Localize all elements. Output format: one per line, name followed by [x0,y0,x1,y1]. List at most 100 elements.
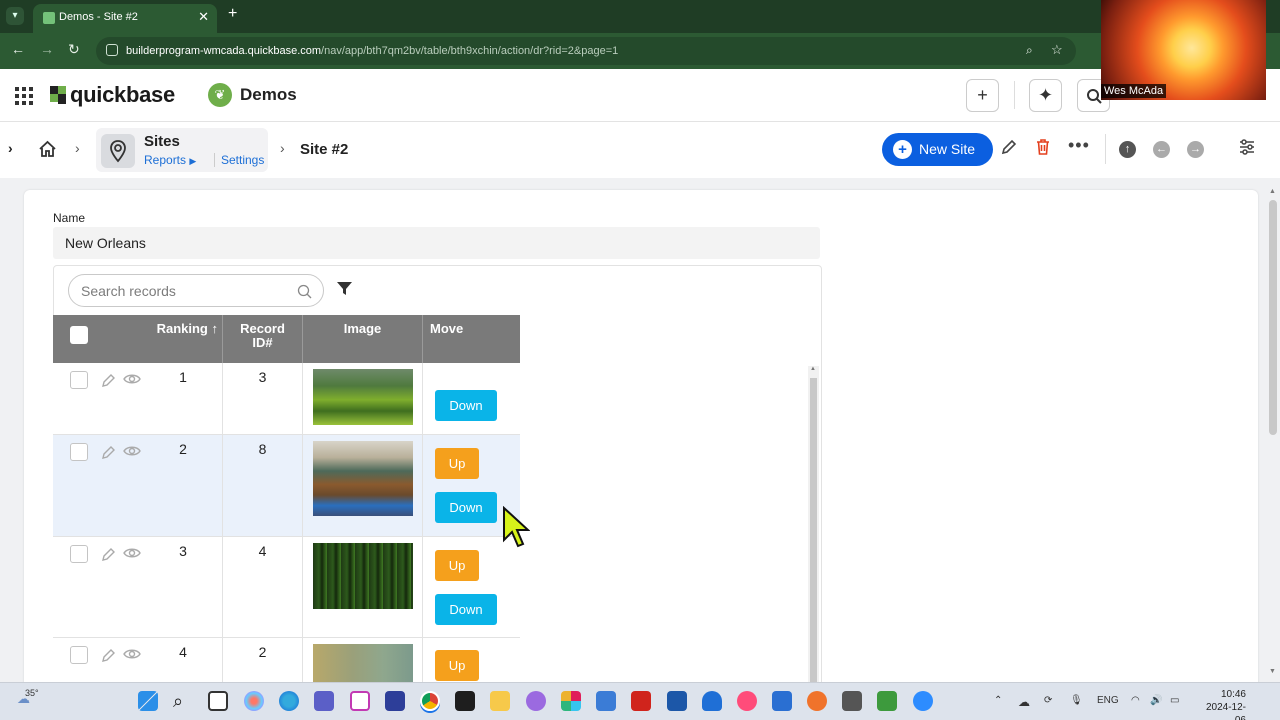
app-icon[interactable] [772,691,792,711]
new-site-button[interactable]: + New Site [882,133,993,166]
edit-pencil-icon[interactable] [101,444,117,460]
snipping-tool-icon[interactable] [350,691,370,711]
page-scrollbar[interactable]: ▲ ▼ [1268,188,1278,680]
row-checkbox[interactable] [70,371,88,389]
view-eye-icon[interactable] [123,373,141,385]
down-button[interactable]: Down [435,492,497,523]
view-eye-icon[interactable] [123,648,141,660]
down-button[interactable]: Down [435,390,497,421]
home-icon[interactable] [38,140,57,158]
view-eye-icon[interactable] [123,547,141,559]
thumbnail-forest[interactable] [313,543,413,609]
up-button[interactable]: Up [435,448,479,479]
table-row[interactable]: 1 3 Down [53,363,520,435]
apps-grid-icon[interactable] [15,87,33,105]
task-view-icon[interactable] [208,691,228,711]
app-icon[interactable] [807,691,827,711]
table-name[interactable]: Sites [144,133,180,150]
app-name[interactable]: Demos [240,85,297,105]
browser-tab[interactable]: Demos - Site #2 ✕ [33,4,217,33]
notepad-icon[interactable] [596,691,616,711]
more-options-icon[interactable]: ••• [1068,135,1090,156]
scroll-up-arrow-icon[interactable]: ▲ [1269,188,1276,195]
down-button[interactable]: Down [435,594,497,625]
scroll-up-arrow-icon[interactable]: ▲ [810,366,816,372]
tab-search-icon[interactable]: ▾ [6,7,24,25]
row-checkbox[interactable] [70,545,88,563]
column-move[interactable]: Move [423,315,520,363]
visual-studio-icon[interactable] [385,691,405,711]
report-scrollbar-thumb[interactable] [810,378,817,686]
column-record-id[interactable]: Record ID# [223,315,303,363]
edit-pencil-icon[interactable] [1000,138,1018,156]
arrow-right-circle-icon[interactable]: → [1187,141,1204,158]
delete-trash-icon[interactable] [1034,138,1052,156]
reports-link[interactable]: Reports ▶ [144,153,196,167]
language-indicator[interactable]: ENG [1097,695,1119,706]
arrow-left-circle-icon[interactable]: ← [1153,141,1170,158]
app-icon[interactable] [877,691,897,711]
thumbnail-green-hills[interactable] [313,369,413,425]
microphone-icon[interactable]: 🎙 [1070,695,1083,706]
page-scrollbar-thumb[interactable] [1269,200,1277,435]
table-row[interactable]: 4 2 Up [53,638,520,685]
app-icon[interactable] [737,691,757,711]
search-records-input[interactable]: Search records [68,274,324,307]
sidebar-toggle-icon[interactable]: › [8,140,13,156]
up-button[interactable]: Up [435,650,479,681]
terminal-icon[interactable] [455,691,475,711]
scroll-down-arrow-icon[interactable]: ▼ [1269,668,1276,675]
url-field[interactable]: builderprogram-wmcada.quickbase.com/nav/… [96,37,1076,65]
sync-icon[interactable]: ⟳ [1044,695,1052,706]
thumbnail-jars-on-tray[interactable] [313,441,413,516]
battery-icon[interactable]: ▭ [1170,695,1179,706]
column-image[interactable]: Image [303,315,423,363]
forward-icon[interactable]: → [40,41,54,57]
zoom-icon[interactable] [913,691,933,711]
edit-pencil-icon[interactable] [101,546,117,562]
system-clock[interactable]: 10:462024-12-06 [1196,688,1246,720]
edit-pencil-icon[interactable] [101,372,117,388]
thumbnail-foggy-landscape[interactable] [313,644,413,684]
copilot-icon[interactable] [244,691,264,711]
edge-icon[interactable] [279,691,299,711]
edit-pencil-icon[interactable] [101,647,117,663]
app-icon[interactable] [526,691,546,711]
file-explorer-icon[interactable] [490,691,510,711]
ai-sparkle-button[interactable]: ✦ [1029,79,1062,112]
table-row[interactable]: 2 8 Up Down [53,435,520,537]
report-scrollbar[interactable]: ▲ [808,366,819,686]
column-ranking[interactable]: Ranking ↑ [53,315,223,363]
filter-icon[interactable] [336,281,353,297]
create-plus-button[interactable]: + [966,79,999,112]
arrow-up-circle-icon[interactable]: ↑ [1119,141,1136,158]
onedrive-icon[interactable]: ☁ [1018,695,1030,709]
app-icon[interactable] [667,691,687,711]
windows-start-icon[interactable] [138,691,158,711]
acrobat-icon[interactable] [631,691,651,711]
bookmark-star-icon[interactable]: ☆ [1051,42,1063,58]
teams-icon[interactable] [314,691,334,711]
up-button[interactable]: Up [435,550,479,581]
row-checkbox[interactable] [70,646,88,664]
reload-icon[interactable]: ↻ [68,41,80,58]
calculator-icon[interactable] [842,691,862,711]
app-icon[interactable] [702,691,722,711]
close-icon[interactable]: ✕ [198,9,209,25]
row-checkbox[interactable] [70,443,88,461]
sliders-settings-icon[interactable] [1238,138,1256,156]
wifi-icon[interactable]: ◠ [1131,695,1140,706]
slack-icon[interactable] [561,691,581,711]
site-info-icon[interactable] [106,44,118,56]
weather-widget[interactable]: ☁ 35° [17,688,39,707]
back-icon[interactable]: ← [11,41,25,57]
volume-icon[interactable]: 🔊 [1150,695,1162,706]
new-tab-icon[interactable]: + [228,5,237,23]
view-eye-icon[interactable] [123,445,141,457]
chevron-up-icon[interactable]: ⌃ [994,695,1002,706]
zoom-icon[interactable]: ⌕ [1026,43,1033,58]
select-all-checkbox[interactable] [70,326,88,344]
settings-link[interactable]: Settings [214,153,264,167]
taskbar-search-icon[interactable]: ⌕ [173,691,193,711]
table-row[interactable]: 3 4 Up Down [53,537,520,638]
